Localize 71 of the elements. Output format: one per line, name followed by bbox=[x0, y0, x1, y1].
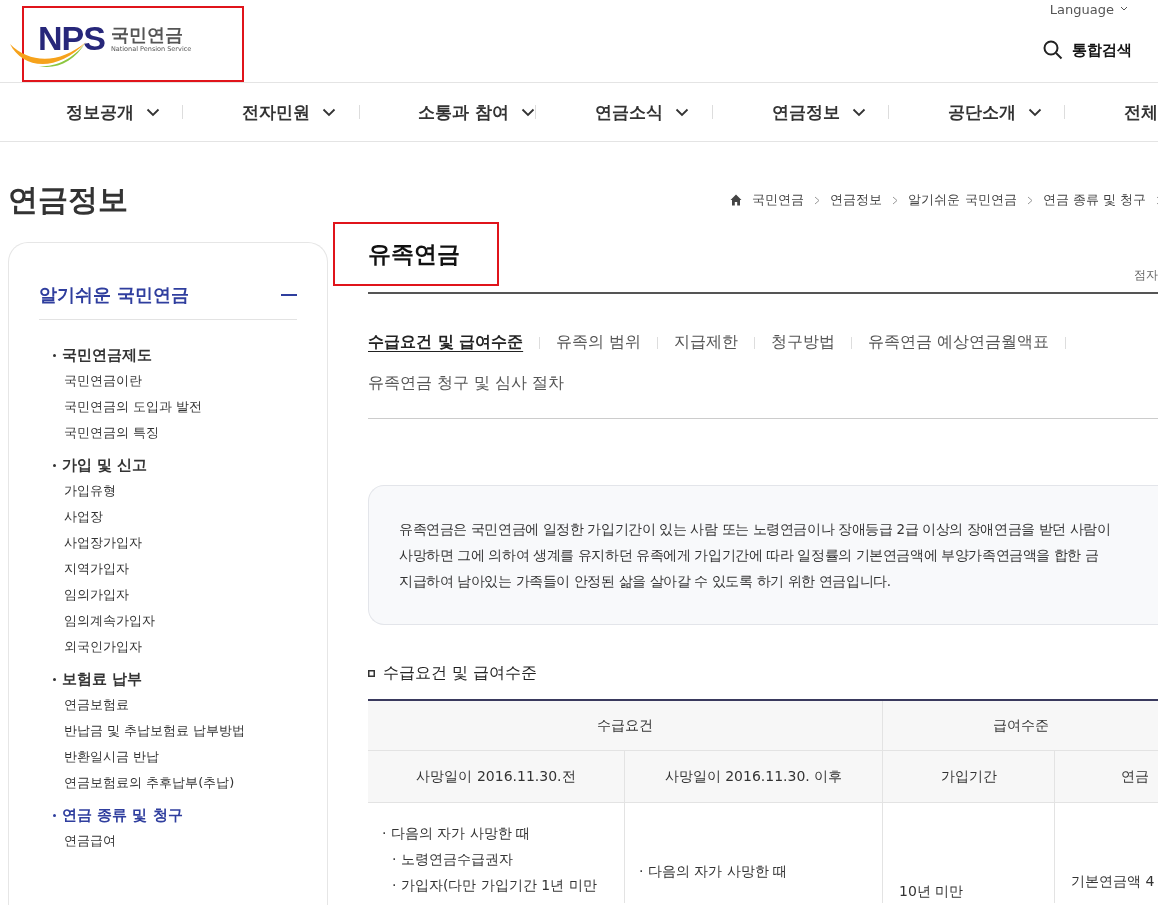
sidebar-section-link[interactable]: 보험료 납부 bbox=[39, 666, 297, 692]
content-tab[interactable]: 지급제한 bbox=[674, 332, 739, 353]
table-cell-text: · 노령연금수급권자 bbox=[391, 850, 514, 869]
square-bullet-icon bbox=[368, 669, 375, 677]
content-tab[interactable]: 유족연금 청구 및 심사 절차 bbox=[368, 373, 565, 394]
sidebar-link[interactable]: 연금보험료 bbox=[39, 692, 297, 718]
content-tab[interactable]: 유족연금 예상연금월액표 bbox=[868, 332, 1050, 353]
chevron-down-icon bbox=[1027, 107, 1042, 117]
breadcrumb-link[interactable]: 국민연금 bbox=[752, 191, 805, 209]
chevron-down-icon bbox=[146, 107, 160, 117]
table-column-header: 사망일이 2016.11.30. 이후 bbox=[625, 751, 883, 803]
table-cell-text: 기본연금액 4 bbox=[1071, 872, 1156, 891]
sidebar-link[interactable]: 반납금 및 추납보험료 납부방법 bbox=[39, 718, 297, 744]
table-column-header: 가입기간 bbox=[883, 751, 1055, 803]
chevron-right-icon bbox=[1026, 195, 1033, 205]
home-icon[interactable] bbox=[730, 194, 743, 206]
nav-menu-item[interactable]: 연금정보 bbox=[771, 100, 888, 124]
nav-menu-item[interactable]: 연금소식 bbox=[595, 100, 712, 124]
table-cell-text: · 다음의 자가 사망한 때 bbox=[382, 824, 532, 843]
nav-menu-item[interactable]: 전체 bbox=[1124, 100, 1158, 124]
chevron-down-icon bbox=[675, 107, 690, 117]
sidebar-link[interactable]: 국민연금의 특징 bbox=[39, 420, 297, 446]
chevron-down-icon bbox=[322, 107, 337, 117]
braille-link[interactable]: 점자 bbox=[1134, 267, 1158, 284]
table-column-header: 사망일이 2016.11.30.전 bbox=[368, 751, 625, 803]
sidebar-link[interactable]: 지역가입자 bbox=[39, 556, 297, 582]
sidebar-heading[interactable]: 알기쉬운 국민연금 bbox=[39, 283, 190, 307]
chevron-down-icon bbox=[851, 107, 866, 117]
nav-menu-item[interactable]: 정보공개 bbox=[66, 100, 183, 124]
sidebar-link[interactable]: 사업장가입자 bbox=[39, 530, 297, 556]
sidebar-link[interactable]: 국민연금이란 bbox=[39, 368, 297, 394]
table-cell-text: 10년 미만 bbox=[899, 882, 965, 901]
table-group-header: 급여수준 bbox=[883, 701, 1158, 751]
sidebar-link[interactable]: 임의계속가입자 bbox=[39, 608, 297, 634]
sidebar-section-link[interactable]: 연금 종류 및 청구 bbox=[39, 802, 297, 828]
breadcrumb-link[interactable]: 알기쉬운 국민연금 bbox=[908, 191, 1017, 209]
sidebar-link[interactable]: 연금급여 bbox=[39, 828, 297, 854]
nav-menu-item[interactable]: 전자민원 bbox=[242, 100, 359, 124]
content-tab[interactable]: 청구방법 bbox=[771, 332, 836, 353]
table-cell-text: · 가입자(다만 가입기간 1년 미만 bbox=[391, 876, 598, 895]
breadcrumb-link[interactable]: 연금 종류 및 청구 bbox=[1042, 191, 1146, 209]
section-heading: 수급요건 및 급여수준 bbox=[383, 662, 538, 684]
sidebar-section-link[interactable]: 국민연금제도 bbox=[39, 342, 297, 368]
table-cell-text: · 다음의 자가 사망한 때 bbox=[639, 862, 789, 881]
search-button[interactable]: 통합검색 bbox=[1043, 40, 1132, 60]
language-button[interactable]: Language bbox=[1049, 0, 1128, 18]
content-title: 유족연금 bbox=[368, 239, 460, 269]
chevron-right-icon bbox=[814, 195, 821, 205]
logo-wordmark[interactable]: NPS bbox=[38, 18, 105, 58]
sidebar-link[interactable]: 외국인가입자 bbox=[39, 634, 297, 660]
breadcrumb-link[interactable]: 연금정보 bbox=[830, 191, 883, 209]
sidebar-link[interactable]: 가입유형 bbox=[39, 478, 297, 504]
nav-menu-item[interactable]: 공단소개 bbox=[947, 100, 1065, 124]
content-tab[interactable]: 유족의 범위 bbox=[556, 332, 642, 353]
page-title: 연금정보 bbox=[8, 180, 128, 219]
sidebar-link[interactable]: 반환일시금 반납 bbox=[39, 744, 297, 770]
intro-text: 유족연금은 국민연금에 일정한 가입기간이 있는 사람 또는 노령연금이나 장애등급 2급 이상의 장애연금을 받던 사람이 사망하면 그에 의하여 생계를 유지하던 유족에게 가입기간에 따라 일정률의 기본연금액에 부양가족연금액을 합한 금 지급하여 남아있는 가족들이 안정된 삶을 살아갈 수 있도록 하기 위한 연금입니다. bbox=[399, 520, 1112, 591]
chevron-right-icon bbox=[892, 195, 899, 205]
logo-name: 국민연금 bbox=[110, 25, 184, 45]
sidebar-link[interactable]: 국민연금의 도입과 발전 bbox=[39, 394, 297, 420]
table-column-header: 연금 bbox=[1055, 751, 1158, 803]
sidebar-link[interactable]: 연금보험료의 추후납부(추납) bbox=[39, 770, 297, 796]
caret-icon bbox=[1120, 6, 1128, 12]
chevron-down-icon bbox=[521, 107, 536, 117]
sidebar-section-link[interactable]: 가입 및 신고 bbox=[39, 452, 297, 478]
sidebar-link[interactable]: 임의가입자 bbox=[39, 582, 297, 608]
content-tab[interactable]: 수급요건 및 급여수준 bbox=[368, 332, 524, 353]
sidebar-link[interactable]: 사업장 bbox=[39, 504, 297, 530]
nav-menu-item[interactable]: 소통과 참여 bbox=[418, 100, 536, 124]
table-group-header: 수급요건 bbox=[368, 701, 883, 751]
search-icon bbox=[1043, 40, 1063, 60]
